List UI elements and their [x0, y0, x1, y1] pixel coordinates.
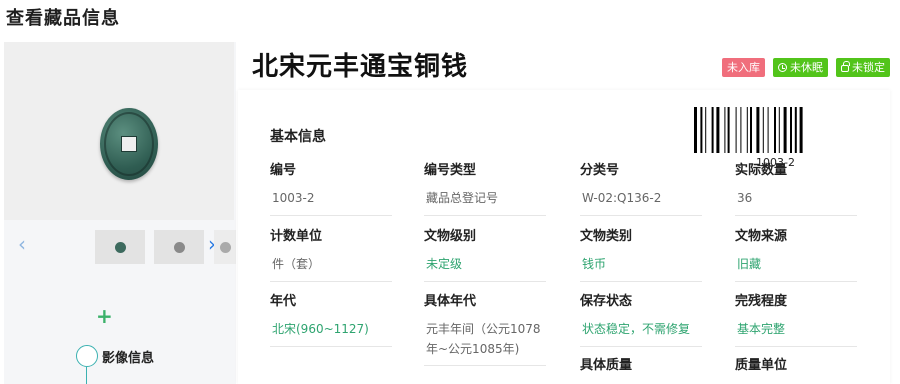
chevron-left-icon[interactable]: ‹	[18, 234, 26, 254]
field-value: 元丰年间（公元1078年~公元1085年)	[424, 317, 546, 366]
field-relic-grade: 文物级别 未定级	[424, 228, 546, 282]
badge-label: 未入库	[727, 61, 760, 74]
field-label: 计数单位	[270, 229, 323, 244]
timeline-line	[86, 367, 87, 384]
field-actual-quantity: 实际数量 36	[735, 162, 857, 216]
field-label: 文物类别	[580, 229, 633, 244]
field-value: 钱币	[580, 252, 702, 282]
timeline-item-image-info[interactable]: 影像信息	[102, 347, 154, 366]
field-label: 编号	[270, 163, 297, 178]
field-label: 具体质量	[580, 358, 633, 373]
field-completeness: 完残程度 基本完整	[735, 293, 857, 347]
field-value: 状态稳定，不需修复	[580, 317, 702, 347]
add-icon[interactable]: +	[96, 306, 113, 326]
barcode	[694, 107, 803, 153]
field-value: 1003-2	[270, 186, 392, 216]
thumbnail-3[interactable]	[214, 230, 236, 264]
field-label: 具体年代	[424, 294, 477, 309]
thumbnail-strip: ‹ ›	[4, 224, 236, 266]
field-label: 编号类型	[424, 163, 477, 178]
field-number-type: 编号类型 藏品总登记号	[424, 162, 546, 216]
field-value: 件（套）	[270, 252, 392, 282]
field-classification: 分类号 W-02:Q136-2	[580, 162, 702, 216]
clock-icon	[778, 63, 787, 72]
field-label: 保存状态	[580, 294, 633, 309]
coin-image	[100, 108, 158, 180]
field-value: 基本完整	[735, 317, 857, 347]
status-badge-dormant: 未休眠	[773, 58, 828, 77]
thumbnail-1[interactable]	[95, 230, 145, 264]
field-specific-mass: 具体质量	[580, 357, 702, 375]
field-label: 质量单位	[735, 358, 788, 373]
section-title-basic-info: 基本信息	[270, 129, 326, 145]
page-title: 查看藏品信息	[6, 8, 120, 29]
field-label: 实际数量	[735, 163, 788, 178]
badge-label: 未休眠	[790, 61, 823, 74]
field-specific-era: 具体年代 元丰年间（公元1078年~公元1085年)	[424, 293, 546, 366]
item-title: 北宋元丰通宝铜钱	[252, 52, 469, 82]
field-preservation-status: 保存状态 状态稳定，不需修复	[580, 293, 702, 347]
field-value: W-02:Q136-2	[580, 186, 702, 216]
field-number: 编号 1003-2	[270, 162, 392, 216]
status-badge-lock: 未锁定	[836, 58, 890, 77]
field-relic-source: 文物来源 旧藏	[735, 228, 857, 282]
field-value: 未定级	[424, 252, 546, 282]
field-value: 36	[735, 186, 857, 216]
field-count-unit: 计数单位 件（套）	[270, 228, 392, 282]
field-value: 旧藏	[735, 252, 857, 282]
thumbnail-2[interactable]	[154, 230, 204, 264]
lock-icon	[841, 61, 850, 72]
field-era: 年代 北宋(960~1127)	[270, 293, 392, 347]
field-label: 年代	[270, 294, 297, 309]
field-label: 完残程度	[735, 294, 788, 309]
field-label: 文物来源	[735, 229, 788, 244]
timeline-node-icon	[76, 345, 98, 367]
main-image[interactable]	[4, 42, 234, 220]
field-value: 藏品总登记号	[424, 186, 546, 216]
field-label: 文物级别	[424, 229, 477, 244]
status-badges: 未入库 未休眠 未锁定	[722, 58, 890, 77]
badge-label: 未锁定	[852, 61, 885, 74]
status-badge-storage: 未入库	[722, 58, 765, 77]
field-relic-category: 文物类别 钱币	[580, 228, 702, 282]
field-label: 分类号	[580, 163, 620, 178]
field-value: 北宋(960~1127)	[270, 317, 392, 347]
field-mass-unit: 质量单位	[735, 357, 857, 375]
